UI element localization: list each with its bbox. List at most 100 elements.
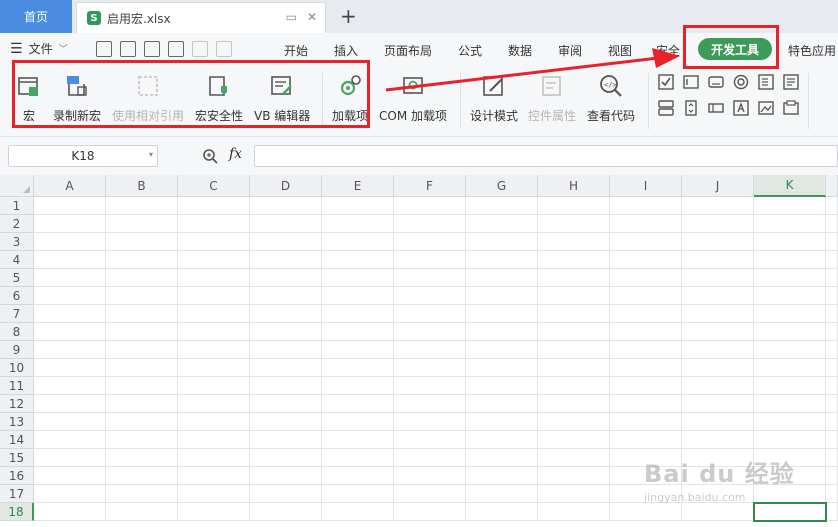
undo-icon[interactable] (192, 41, 208, 57)
cell[interactable] (826, 251, 838, 269)
cell[interactable] (250, 197, 322, 215)
cell[interactable] (34, 449, 106, 467)
print-icon[interactable] (144, 41, 160, 57)
redo-icon[interactable] (216, 41, 232, 57)
row-header-15[interactable]: 15 (0, 449, 34, 467)
cell[interactable] (682, 269, 754, 287)
cell[interactable] (322, 305, 394, 323)
cell[interactable] (106, 269, 178, 287)
cell[interactable] (106, 395, 178, 413)
design-mode-button[interactable]: 设计模式 (470, 70, 518, 124)
cell[interactable] (826, 503, 838, 521)
cell[interactable] (610, 395, 682, 413)
cell[interactable] (610, 305, 682, 323)
menu-item-security[interactable]: 安全 (656, 42, 680, 59)
cell[interactable] (322, 395, 394, 413)
row-header-7[interactable]: 7 (0, 305, 34, 323)
cell[interactable] (754, 305, 826, 323)
cell[interactable] (394, 251, 466, 269)
cell[interactable] (34, 413, 106, 431)
cell[interactable] (466, 431, 538, 449)
row-header-6[interactable]: 6 (0, 287, 34, 305)
option-button-control-icon[interactable] (733, 74, 749, 90)
row-header-4[interactable]: 4 (0, 251, 34, 269)
cell[interactable] (754, 395, 826, 413)
cell[interactable] (754, 287, 826, 305)
control-properties-button[interactable]: 控件属性 (528, 70, 576, 124)
cell[interactable] (538, 197, 610, 215)
cell[interactable] (178, 233, 250, 251)
column-header-g[interactable]: G (466, 175, 538, 197)
cell[interactable] (826, 449, 838, 467)
cell[interactable] (394, 485, 466, 503)
cell[interactable] (826, 395, 838, 413)
combobox-control-icon[interactable] (783, 74, 799, 90)
cell[interactable] (610, 359, 682, 377)
row-header-17[interactable]: 17 (0, 485, 34, 503)
cell[interactable] (178, 503, 250, 521)
row-header-11[interactable]: 11 (0, 377, 34, 395)
cell[interactable] (682, 215, 754, 233)
cell[interactable] (466, 251, 538, 269)
menu-item-review[interactable]: 审阅 (558, 42, 582, 59)
cell[interactable] (178, 413, 250, 431)
cell[interactable] (394, 467, 466, 485)
cell[interactable] (250, 503, 322, 521)
cell[interactable] (466, 215, 538, 233)
cell[interactable] (538, 359, 610, 377)
cell[interactable] (466, 233, 538, 251)
cell[interactable] (610, 503, 682, 521)
checkbox-control-icon[interactable] (658, 74, 674, 90)
cell[interactable] (394, 359, 466, 377)
cell[interactable] (34, 215, 106, 233)
cell[interactable] (250, 467, 322, 485)
cell[interactable] (178, 323, 250, 341)
cell[interactable] (466, 377, 538, 395)
cell[interactable] (322, 215, 394, 233)
column-header-b[interactable]: B (106, 175, 178, 197)
cell[interactable] (250, 449, 322, 467)
cell[interactable] (106, 323, 178, 341)
menu-item-developer-tools[interactable]: 开发工具 (698, 38, 772, 60)
cell[interactable] (34, 251, 106, 269)
cell[interactable] (34, 359, 106, 377)
cell[interactable] (682, 395, 754, 413)
cell[interactable] (34, 305, 106, 323)
fx-icon[interactable]: fx (229, 146, 242, 162)
cell[interactable] (466, 359, 538, 377)
cell[interactable] (682, 341, 754, 359)
cell[interactable] (34, 485, 106, 503)
cell[interactable] (682, 503, 754, 521)
cell[interactable] (538, 269, 610, 287)
cell[interactable] (754, 233, 826, 251)
close-icon[interactable]: ✕ (307, 10, 317, 24)
cell[interactable] (538, 323, 610, 341)
cell[interactable] (322, 359, 394, 377)
menu-item-insert[interactable]: 插入 (334, 42, 358, 59)
cell[interactable] (250, 269, 322, 287)
row-header-13[interactable]: 13 (0, 413, 34, 431)
cell[interactable] (34, 467, 106, 485)
cell[interactable] (394, 413, 466, 431)
spin-button-control-icon[interactable] (683, 100, 699, 116)
cell[interactable] (466, 485, 538, 503)
cell[interactable] (538, 377, 610, 395)
cell[interactable] (106, 431, 178, 449)
cell[interactable] (178, 467, 250, 485)
cell[interactable] (106, 305, 178, 323)
cell[interactable] (826, 215, 838, 233)
cell[interactable] (106, 467, 178, 485)
column-header-j[interactable]: J (682, 175, 754, 197)
cell[interactable] (466, 287, 538, 305)
cell[interactable] (250, 431, 322, 449)
formula-input[interactable] (254, 145, 838, 167)
cell[interactable] (394, 341, 466, 359)
listbox-control-icon[interactable] (758, 74, 774, 90)
row-header-10[interactable]: 10 (0, 359, 34, 377)
column-header-d[interactable]: D (250, 175, 322, 197)
cell[interactable] (250, 485, 322, 503)
textbox-control-icon[interactable] (683, 74, 699, 90)
cell[interactable] (538, 467, 610, 485)
cell[interactable] (322, 323, 394, 341)
cell[interactable] (610, 251, 682, 269)
